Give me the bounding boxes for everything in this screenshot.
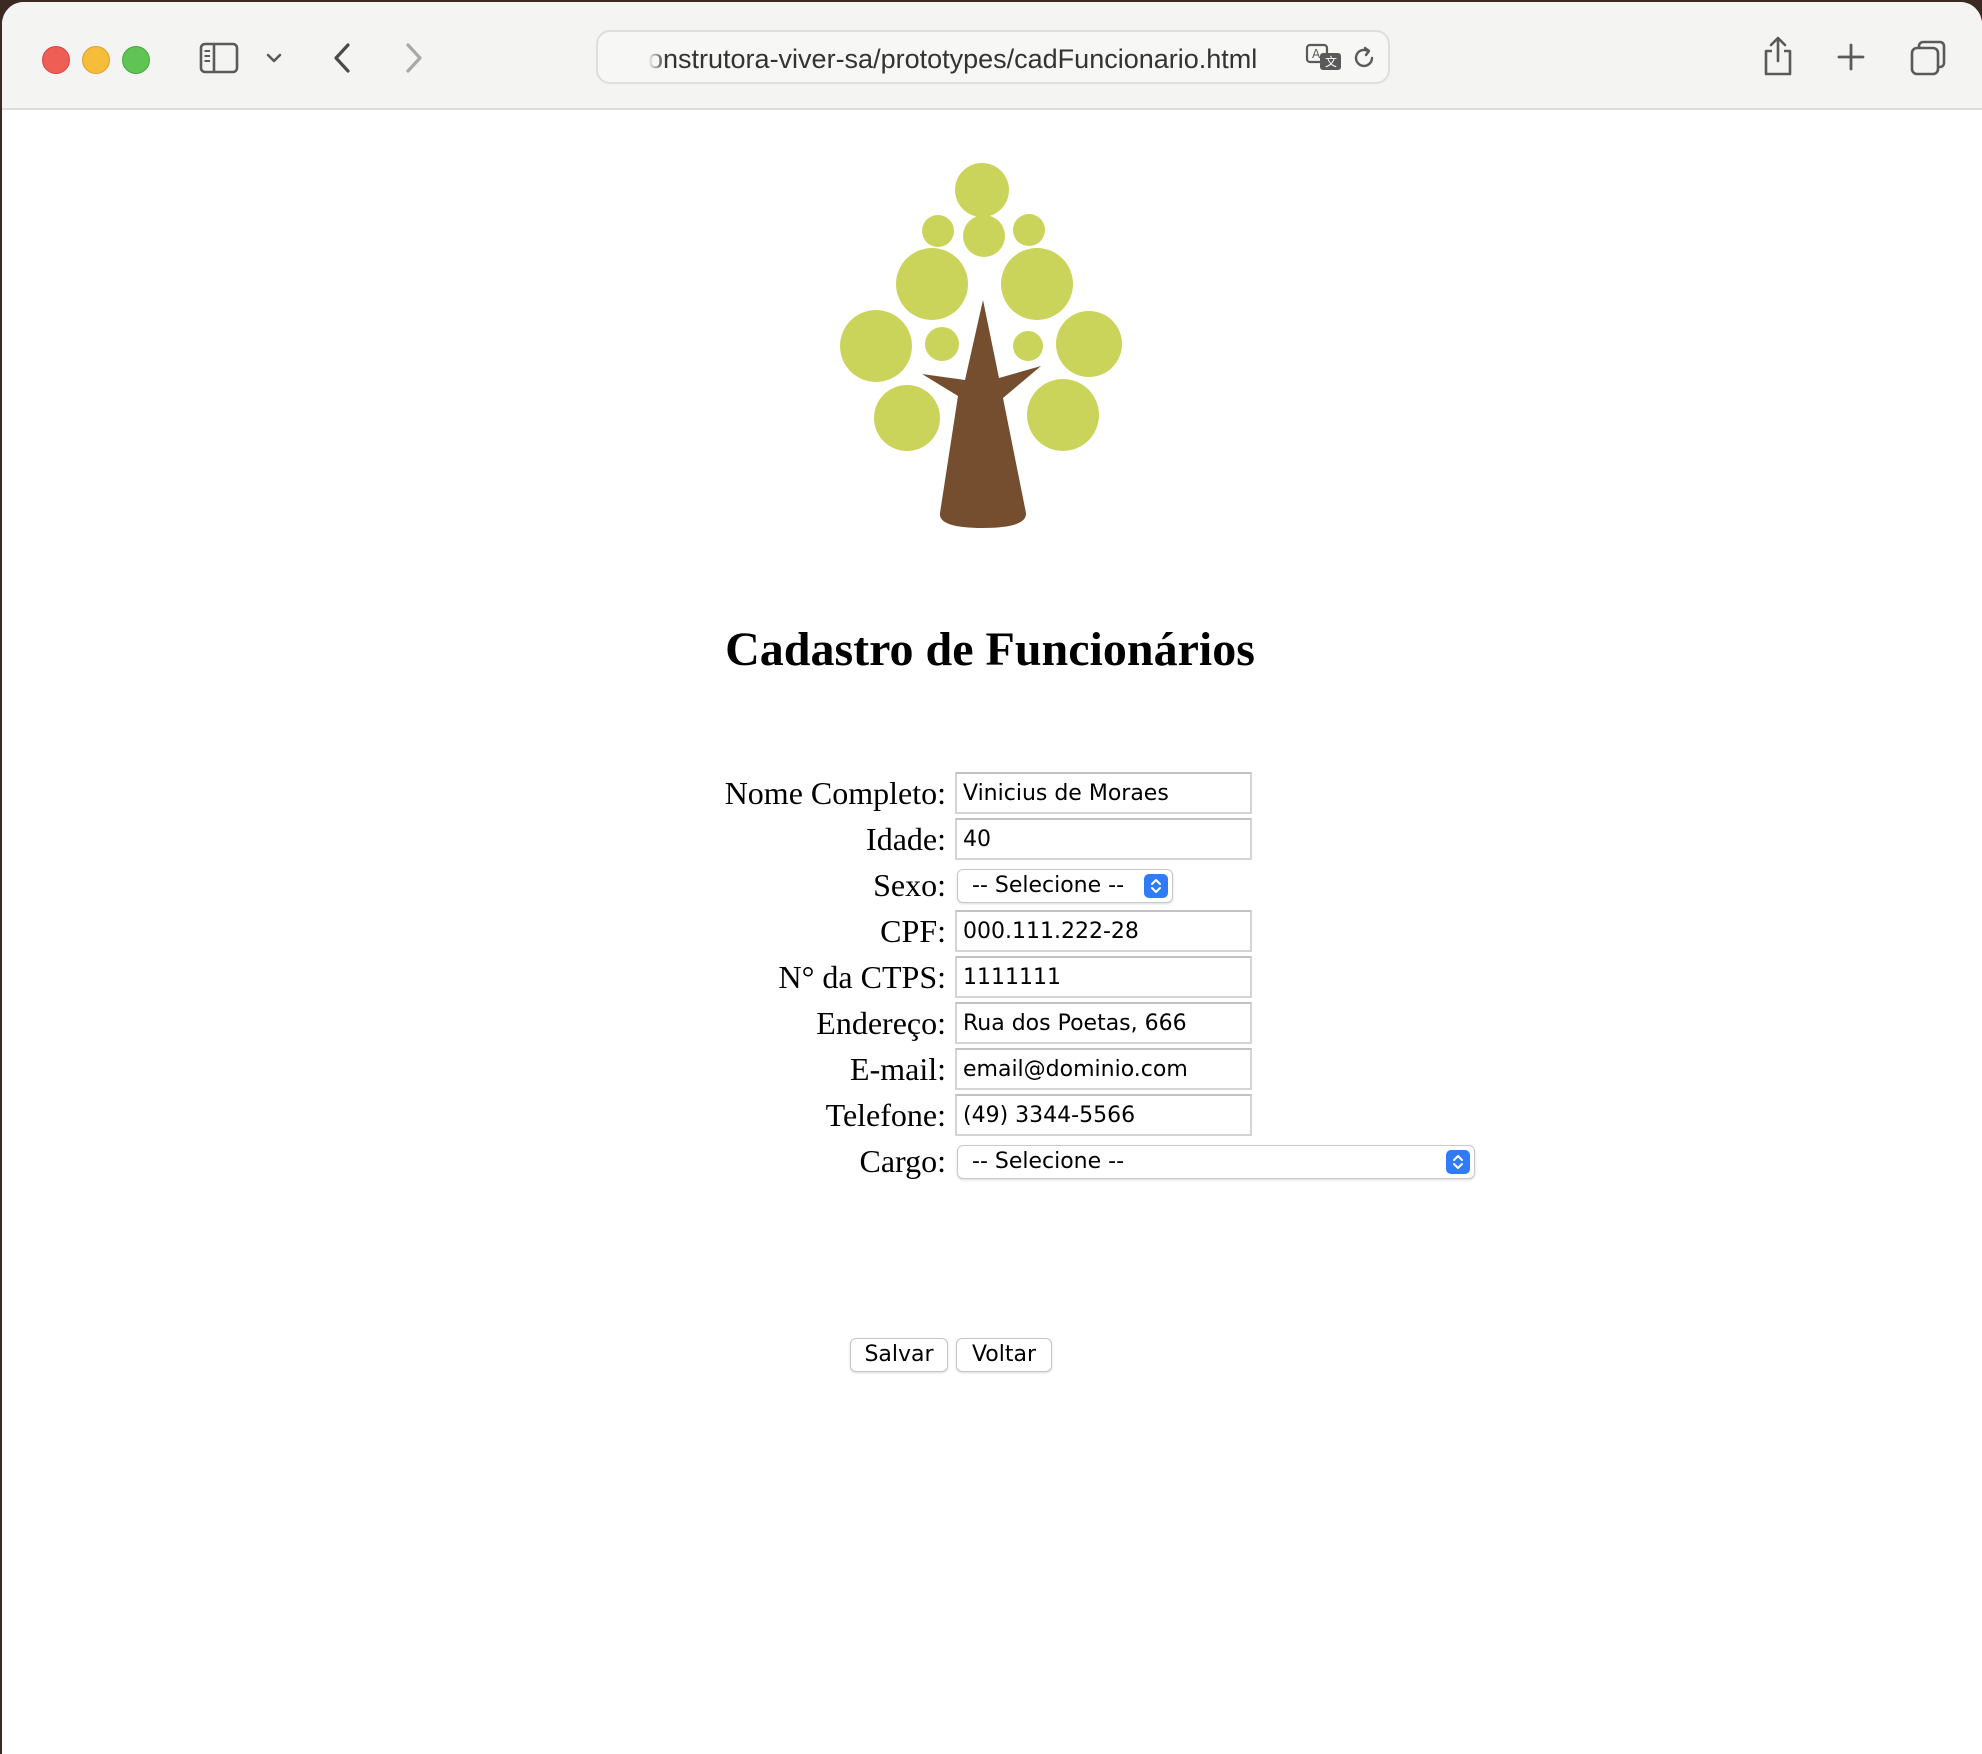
form-row-sexo: Sexo: -- Selecione -- <box>2 862 1982 908</box>
new-tab-icon[interactable] <box>1834 40 1868 74</box>
page-title: Cadastro de Funcionários <box>725 623 1255 676</box>
back-button[interactable]: Voltar <box>956 1338 1052 1372</box>
form-row-cpf: CPF: <box>2 908 1982 954</box>
save-button[interactable]: Salvar <box>850 1338 948 1372</box>
cargo-label: Cargo: <box>859 1143 946 1179</box>
maximize-window-button[interactable] <box>122 46 150 74</box>
reload-icon[interactable] <box>1348 42 1380 74</box>
tabs-overview-icon[interactable] <box>1908 38 1948 78</box>
url-text: onstrutora-viver-sa/prototypes/cadFuncio… <box>648 44 1258 74</box>
form-row-endereco: Endereço: <box>2 1000 1982 1046</box>
telefone-input[interactable] <box>955 1094 1252 1136</box>
forward-arrow-icon[interactable] <box>398 38 430 78</box>
endereco-input[interactable] <box>955 1002 1252 1044</box>
ctps-input[interactable] <box>955 956 1252 998</box>
sidebar-icon[interactable] <box>198 38 240 78</box>
nome-label: Nome Completo: <box>724 775 946 811</box>
tree-logo <box>840 163 1122 528</box>
email-input[interactable] <box>955 1048 1252 1090</box>
svg-text:A: A <box>1312 47 1321 61</box>
share-icon[interactable] <box>1758 34 1798 78</box>
chevron-down-icon[interactable] <box>262 46 286 70</box>
sexo-select[interactable]: -- Selecione -- <box>957 869 1173 903</box>
sexo-select-value: -- Selecione -- <box>972 873 1125 898</box>
cargo-select[interactable]: -- Selecione -- <box>957 1145 1475 1179</box>
form-row-idade: Idade: <box>2 816 1982 862</box>
idade-label: Idade: <box>866 821 946 857</box>
translate-icon[interactable]: A 文 <box>1304 40 1344 76</box>
nome-input[interactable] <box>955 772 1252 814</box>
cargo-select-value: -- Selecione -- <box>972 1149 1125 1174</box>
back-arrow-icon[interactable] <box>326 38 358 78</box>
form-row-ctps: N° da CTPS: <box>2 954 1982 1000</box>
select-stepper-icon <box>1446 1150 1470 1174</box>
page-content: Cadastro de Funcionários Nome Completo: … <box>2 110 1982 1754</box>
ctps-label: N° da CTPS: <box>778 959 946 995</box>
cpf-input[interactable] <box>955 910 1252 952</box>
idade-input[interactable] <box>955 818 1252 860</box>
svg-text:文: 文 <box>1325 54 1337 69</box>
form-row-telefone: Telefone: <box>2 1092 1982 1138</box>
endereco-label: Endereço: <box>816 1005 946 1041</box>
minimize-window-button[interactable] <box>82 46 110 74</box>
form-row-email: E-mail: <box>2 1046 1982 1092</box>
sexo-label: Sexo: <box>873 867 946 903</box>
form-row-cargo: Cargo: -- Selecione -- <box>2 1138 1982 1184</box>
browser-toolbar: onstrutora-viver-sa/prototypes/cadFuncio… <box>2 2 1982 110</box>
address-bar[interactable]: onstrutora-viver-sa/prototypes/cadFuncio… <box>596 30 1390 84</box>
email-label: E-mail: <box>850 1051 946 1087</box>
browser-window: onstrutora-viver-sa/prototypes/cadFuncio… <box>2 2 1982 1754</box>
form-row-nome: Nome Completo: <box>2 770 1982 816</box>
cpf-label: CPF: <box>880 913 946 949</box>
telefone-label: Telefone: <box>825 1097 946 1133</box>
close-window-button[interactable] <box>42 46 70 74</box>
select-stepper-icon <box>1144 874 1168 898</box>
